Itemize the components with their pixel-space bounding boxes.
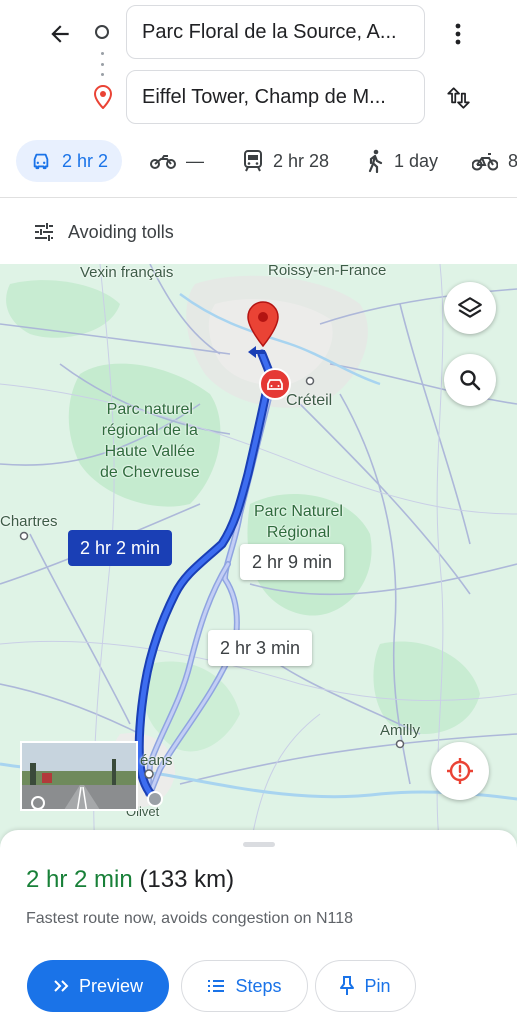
travel-mode-tabs: 2 hr 2 — 2 hr 28 1 day 8 [0, 138, 517, 184]
route-options-row[interactable]: Avoiding tolls [0, 200, 517, 264]
transit-icon [244, 150, 262, 172]
traffic-incident-icon[interactable] [259, 368, 291, 400]
map-label-creteil: Créteil [286, 392, 333, 409]
mode-tab-walking[interactable]: 1 day [366, 140, 438, 182]
route-connector-dots [100, 52, 104, 76]
motorcycle-icon [150, 155, 176, 169]
mode-tab-motorcycle[interactable]: — [150, 140, 204, 182]
search-icon [460, 370, 481, 391]
steps-button[interactable]: Steps [181, 960, 308, 1012]
pin-button[interactable]: Pin [315, 960, 416, 1012]
pin-label: Pin [364, 975, 391, 996]
route-label-primary[interactable]: 2 hr 2 min [68, 530, 173, 566]
route-label-alt-2[interactable]: 2 hr 3 min [208, 630, 313, 666]
route-options-label: Avoiding tolls [68, 221, 174, 242]
route-summary: 2 hr 2 min (133 km) [26, 866, 234, 894]
origin-marker-icon [95, 25, 109, 39]
bike-icon [472, 153, 498, 171]
swap-button[interactable] [440, 78, 476, 118]
back-button[interactable] [40, 14, 80, 54]
mode-walking-label: 1 day [394, 150, 439, 171]
pin-icon [340, 976, 355, 995]
mode-tab-driving[interactable]: 2 hr 2 [16, 140, 123, 182]
tune-icon [35, 223, 53, 241]
more-vert-icon [455, 23, 461, 45]
map-label-amilly: Amilly [380, 722, 420, 739]
mode-tab-cycling[interactable]: 8 [472, 140, 517, 182]
mode-driving-label: 2 hr 2 [62, 150, 109, 171]
swap-vert-icon [447, 87, 470, 109]
map-label-orleans: éans [140, 752, 173, 769]
directions-header: Parc Floral de la Source, A... Eiffel To… [0, 0, 517, 200]
map-label-vexin: Vexin français [80, 264, 174, 281]
layers-button[interactable] [444, 282, 496, 334]
car-icon [33, 153, 49, 170]
map-label-roissy: Roissy-en-France [268, 264, 387, 279]
preview-button[interactable]: Preview [27, 960, 169, 1012]
report-incident-icon [447, 758, 473, 784]
map-label-chartres: Chartres [0, 513, 58, 530]
route-duration: 2 hr 2 min [26, 866, 133, 893]
destination-marker-icon [247, 301, 279, 348]
arrow-left-icon [51, 25, 69, 43]
layers-icon [458, 297, 482, 318]
destination-text: Eiffel Tower, Champ de M... [142, 85, 386, 108]
route-description: Fastest route now, avoids congestion on … [26, 910, 354, 927]
route-label-alt-1[interactable]: 2 hr 9 min [240, 544, 345, 580]
mode-tab-transit[interactable]: 2 hr 28 [243, 140, 329, 182]
preview-label: Preview [78, 975, 144, 996]
origin-text: Parc Floral de la Source, A... [142, 20, 397, 43]
route-distance: (133 km) [139, 866, 235, 893]
map-label-park-chevreuse: Parc naturel régional de la Haute Vallée… [100, 401, 200, 481]
sheet-drag-handle[interactable] [243, 842, 275, 847]
map-view[interactable]: Vexin français Roissy-en-France Créteil … [0, 264, 517, 850]
report-incident-button[interactable] [431, 742, 489, 800]
walk-icon [368, 149, 383, 173]
destination-field[interactable]: Eiffel Tower, Champ de M... [126, 70, 425, 124]
double-chevron-right-icon [54, 980, 69, 992]
destination-pin-icon [93, 85, 113, 109]
route-summary-sheet[interactable]: 2 hr 2 min (133 km) Fastest route now, a… [0, 830, 517, 1024]
mode-transit-label: 2 hr 28 [273, 150, 330, 171]
mode-motorcycle-label: — [186, 150, 204, 171]
search-map-button[interactable] [444, 354, 496, 406]
header-divider [0, 197, 517, 198]
list-icon [208, 980, 225, 992]
more-options-button[interactable] [442, 14, 474, 54]
mode-cycling-label: 8 [508, 150, 517, 171]
street-view-thumbnail[interactable] [20, 741, 138, 811]
origin-field[interactable]: Parc Floral de la Source, A... [126, 5, 425, 59]
steps-label: Steps [235, 975, 282, 996]
